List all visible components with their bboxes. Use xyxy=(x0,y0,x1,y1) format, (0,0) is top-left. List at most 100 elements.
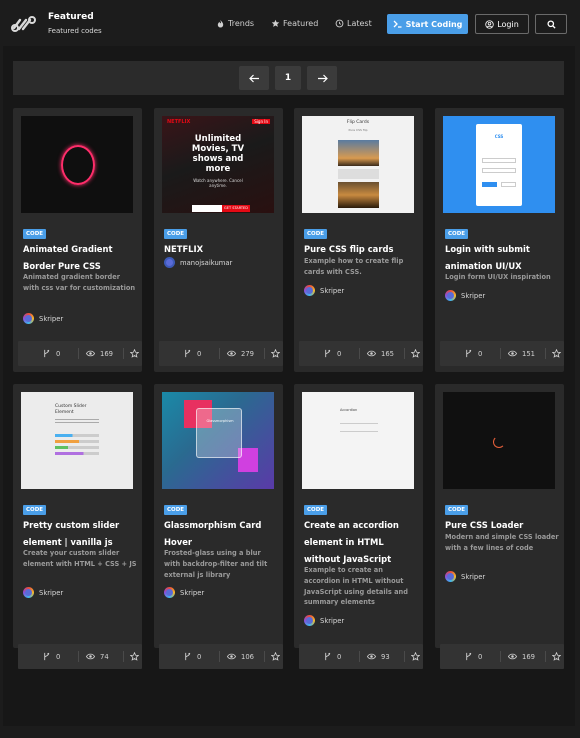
divider xyxy=(219,651,220,662)
card-thumbnail[interactable] xyxy=(443,392,555,489)
login-submit xyxy=(482,182,497,187)
card-thumbnail[interactable] xyxy=(21,116,133,213)
view-stat: 169 xyxy=(86,349,113,358)
divider xyxy=(264,651,265,662)
eye-icon xyxy=(227,653,236,660)
accordion-row xyxy=(340,426,378,432)
logo-icon[interactable] xyxy=(10,14,38,34)
login-logo: CSS xyxy=(494,134,504,139)
login-button[interactable]: Login xyxy=(475,14,529,34)
code-card[interactable]: Accordion CODE Create an accordion eleme… xyxy=(294,384,423,669)
card-title[interactable]: Login with submit animation UI/UX xyxy=(445,241,559,275)
favorite-button[interactable] xyxy=(411,349,420,358)
favorite-button[interactable] xyxy=(552,349,561,358)
start-coding-button[interactable]: Start Coding xyxy=(387,14,468,34)
code-card[interactable]: CODE Animated Gradient Border Pure CSS A… xyxy=(13,108,142,372)
card-title[interactable]: Animated Gradient Border Pure CSS xyxy=(23,241,137,275)
fork-icon xyxy=(44,349,50,358)
card-author[interactable]: Skriper xyxy=(304,285,344,296)
card-author[interactable]: Skriper xyxy=(23,587,63,598)
eye-icon xyxy=(86,350,95,357)
eye-icon xyxy=(367,653,376,660)
login-field xyxy=(482,168,516,173)
view-stat: 93 xyxy=(367,652,390,661)
nav-featured[interactable]: Featured xyxy=(271,19,318,28)
card-author[interactable]: Skriper xyxy=(23,313,63,324)
author-name: Skriper xyxy=(461,291,486,300)
star-outline-icon xyxy=(552,652,561,661)
fork-stat[interactable]: 0 xyxy=(464,349,482,358)
code-card[interactable]: CODE Pure CSS Loader Modern and simple C… xyxy=(435,384,564,669)
favorite-button[interactable] xyxy=(130,349,139,358)
page-title: Featured xyxy=(48,12,94,22)
favorite-button[interactable] xyxy=(411,652,420,661)
view-stat: 74 xyxy=(86,652,109,661)
next-page-button[interactable] xyxy=(307,66,337,90)
top-header: Featured Featured codes Trends Featured … xyxy=(0,0,580,46)
card-author[interactable]: Skriper xyxy=(445,571,485,582)
fork-stat[interactable]: 0 xyxy=(183,349,201,358)
favorite-button[interactable] xyxy=(271,349,280,358)
card-title[interactable]: NETFLIX xyxy=(164,241,278,258)
fork-stat[interactable]: 0 xyxy=(42,349,60,358)
page-number[interactable]: 1 xyxy=(275,66,301,90)
card-stats: 0 169 xyxy=(440,644,564,669)
fork-count: 0 xyxy=(56,349,61,358)
author-name: Skriper xyxy=(320,286,345,295)
fork-stat[interactable]: 0 xyxy=(464,652,482,661)
favorite-button[interactable] xyxy=(552,652,561,661)
fork-stat[interactable]: 0 xyxy=(323,652,341,661)
flip-card-image xyxy=(338,182,379,208)
card-author[interactable]: Skriper xyxy=(164,587,204,598)
author-name: Skriper xyxy=(39,588,64,597)
card-thumbnail[interactable]: Glassmorphism xyxy=(162,392,274,489)
code-badge: CODE xyxy=(23,229,47,239)
card-description: Example how to create flip cards with CS… xyxy=(304,257,404,276)
card-stats: 0 106 xyxy=(159,644,283,669)
search-button[interactable] xyxy=(535,14,567,34)
avatar xyxy=(164,587,175,598)
card-author[interactable]: Skriper xyxy=(304,615,344,626)
favorite-button[interactable] xyxy=(271,652,280,661)
divider xyxy=(404,651,405,662)
favorite-button[interactable] xyxy=(130,652,139,661)
card-title[interactable]: Create an accordion element in HTML with… xyxy=(304,517,418,567)
nav-latest[interactable]: Latest xyxy=(335,19,372,28)
card-author[interactable]: manojsaikumar xyxy=(164,257,232,268)
fork-stat[interactable]: 0 xyxy=(183,652,201,661)
view-count: 74 xyxy=(100,652,109,661)
card-thumbnail[interactable]: NETFLIX Sign In Unlimited Movies, TV sho… xyxy=(162,116,274,213)
code-card[interactable]: Custom Slider Element CODE Pretty custom… xyxy=(13,384,142,669)
fork-count: 0 xyxy=(337,349,342,358)
code-card[interactable]: Flip Cards Pure CSS flip CODE Pure CSS f… xyxy=(294,108,423,372)
code-badge: CODE xyxy=(23,505,47,515)
card-thumbnail[interactable]: Custom Slider Element xyxy=(21,392,133,489)
code-card[interactable]: Glassmorphism CODE Glassmorphism Card Ho… xyxy=(154,384,283,669)
login-label: Login xyxy=(497,19,519,29)
divider xyxy=(123,651,124,662)
view-stat: 165 xyxy=(367,349,394,358)
accordion-row xyxy=(340,418,378,424)
card-title[interactable]: Glassmorphism Card Hover xyxy=(164,517,278,551)
eye-icon xyxy=(367,350,376,357)
card-thumbnail[interactable]: Flip Cards Pure CSS flip xyxy=(302,116,414,213)
view-stat: 106 xyxy=(227,652,254,661)
code-card[interactable]: NETFLIX Sign In Unlimited Movies, TV sho… xyxy=(154,108,283,372)
fork-stat[interactable]: 0 xyxy=(323,349,341,358)
fork-stat[interactable]: 0 xyxy=(42,652,60,661)
author-name: Skriper xyxy=(320,616,345,625)
card-thumbnail[interactable]: CSS xyxy=(443,116,555,213)
card-title[interactable]: Pretty custom slider element | vanilla j… xyxy=(23,517,137,551)
terminal-icon xyxy=(393,20,402,28)
card-thumbnail[interactable]: Accordion xyxy=(302,392,414,489)
avatar xyxy=(304,615,315,626)
nav-trends[interactable]: Trends xyxy=(216,19,254,28)
fork-icon xyxy=(325,652,331,661)
author-name: Skriper xyxy=(180,588,205,597)
fork-count: 0 xyxy=(478,652,483,661)
card-author[interactable]: Skriper xyxy=(445,290,485,301)
code-card[interactable]: CSS CODE Login with submit animation UI/… xyxy=(435,108,564,372)
star-outline-icon xyxy=(271,652,280,661)
card-description: Example to create an accordion in HTML w… xyxy=(304,566,408,607)
prev-page-button[interactable] xyxy=(239,66,269,90)
